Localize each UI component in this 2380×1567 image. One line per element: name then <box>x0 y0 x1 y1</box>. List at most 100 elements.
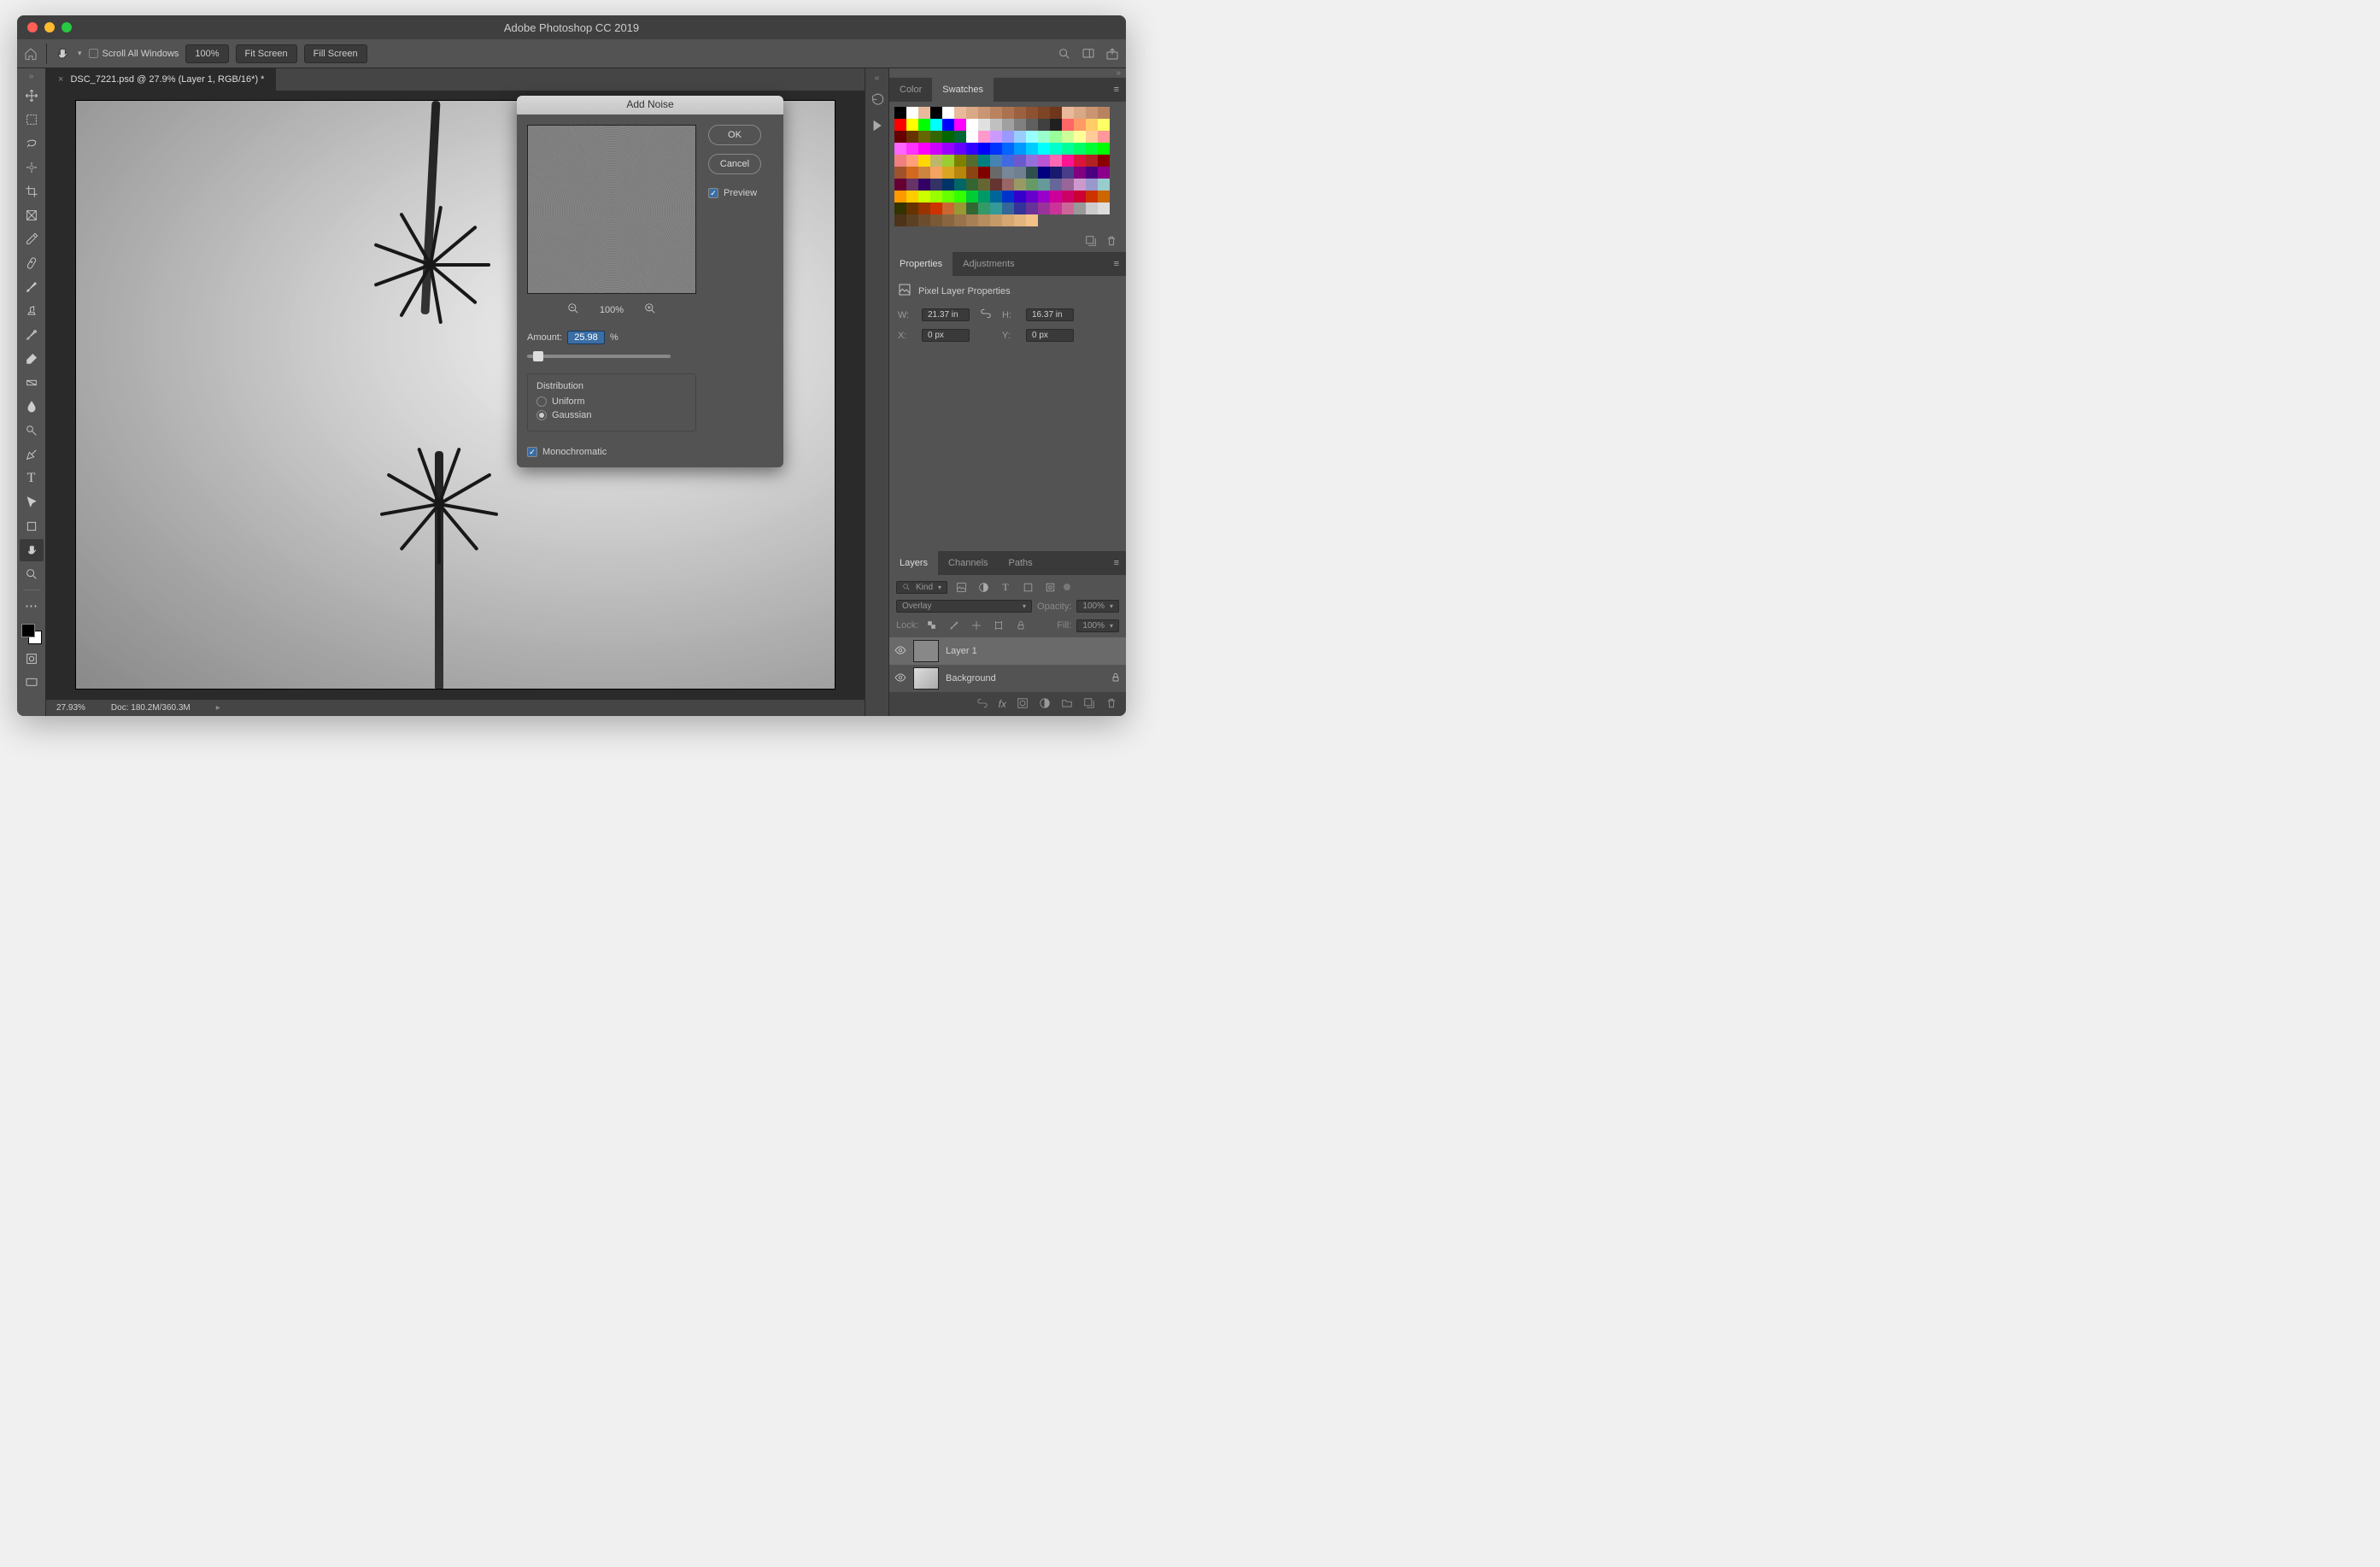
swatch[interactable] <box>942 155 954 167</box>
swatch[interactable] <box>1086 155 1098 167</box>
uniform-radio[interactable]: Uniform <box>536 396 687 407</box>
swatch[interactable] <box>978 167 990 179</box>
swatch[interactable] <box>1050 119 1062 131</box>
swatch[interactable] <box>1050 107 1062 119</box>
close-tab-icon[interactable]: × <box>58 74 63 85</box>
layer-mask-icon[interactable] <box>1017 697 1029 712</box>
swatch[interactable] <box>918 214 930 226</box>
swatch[interactable] <box>1086 167 1098 179</box>
swatch[interactable] <box>1026 167 1038 179</box>
swatch[interactable] <box>990 119 1002 131</box>
swatch[interactable] <box>1050 167 1062 179</box>
swatch[interactable] <box>1002 119 1014 131</box>
zoom-in-icon[interactable] <box>644 302 656 317</box>
delete-swatch-icon[interactable] <box>1105 235 1117 249</box>
amount-input[interactable]: 25.98 <box>567 331 605 344</box>
swatch[interactable] <box>1062 131 1074 143</box>
share-icon[interactable] <box>1104 45 1121 62</box>
link-wh-icon[interactable] <box>980 308 992 322</box>
gradient-tool[interactable] <box>20 372 44 394</box>
swatch[interactable] <box>906 155 918 167</box>
swatch[interactable] <box>1062 202 1074 214</box>
swatch[interactable] <box>1074 131 1086 143</box>
adjustments-tab[interactable]: Adjustments <box>953 252 1025 276</box>
swatch[interactable] <box>1098 119 1110 131</box>
actions-panel-icon[interactable] <box>869 117 886 134</box>
noise-preview[interactable] <box>527 125 696 294</box>
swatch[interactable] <box>1026 214 1038 226</box>
layer-visibility-icon[interactable] <box>894 644 906 659</box>
swatch[interactable] <box>906 131 918 143</box>
swatch[interactable] <box>894 202 906 214</box>
swatch[interactable] <box>1002 167 1014 179</box>
status-zoom[interactable]: 27.93% <box>56 703 85 713</box>
zoom-tool[interactable] <box>20 563 44 585</box>
swatch[interactable] <box>1002 131 1014 143</box>
clone-stamp-tool[interactable] <box>20 300 44 322</box>
swatch[interactable] <box>906 119 918 131</box>
adjustment-layer-icon[interactable] <box>1039 697 1051 712</box>
fill-input[interactable]: 100%▾ <box>1076 619 1119 632</box>
preview-checkbox[interactable]: Preview <box>708 188 761 198</box>
hand-tool-icon[interactable] <box>54 45 71 62</box>
swatch[interactable] <box>1002 155 1014 167</box>
new-group-icon[interactable] <box>1061 697 1073 712</box>
blend-mode-select[interactable]: Overlay▾ <box>896 600 1032 613</box>
workspace-icon[interactable] <box>1080 45 1097 62</box>
swatch[interactable] <box>954 191 966 202</box>
channels-tab[interactable]: Channels <box>938 551 998 575</box>
properties-tab[interactable]: Properties <box>889 252 953 276</box>
cancel-button[interactable]: Cancel <box>708 154 761 174</box>
swatch[interactable] <box>894 179 906 191</box>
swatch[interactable] <box>1050 202 1062 214</box>
swatch[interactable] <box>1074 202 1086 214</box>
swatch[interactable] <box>990 214 1002 226</box>
swatch[interactable] <box>930 107 942 119</box>
crop-tool[interactable] <box>20 180 44 202</box>
swatch[interactable] <box>978 214 990 226</box>
foreground-background-swatch[interactable] <box>20 622 44 646</box>
swatch[interactable] <box>930 119 942 131</box>
layers-tab[interactable]: Layers <box>889 551 938 575</box>
swatch[interactable] <box>966 131 978 143</box>
swatch[interactable] <box>930 167 942 179</box>
swatch[interactable] <box>1038 143 1050 155</box>
swatch[interactable] <box>990 155 1002 167</box>
swatch[interactable] <box>978 143 990 155</box>
layer-name[interactable]: Background <box>946 673 996 684</box>
swatch[interactable] <box>1014 155 1026 167</box>
swatch[interactable] <box>966 155 978 167</box>
swatch[interactable] <box>1062 191 1074 202</box>
swatch[interactable] <box>1038 191 1050 202</box>
swatch[interactable] <box>930 214 942 226</box>
filter-type-icon[interactable]: T <box>997 578 1014 596</box>
hand-tool[interactable] <box>20 539 44 561</box>
swatch[interactable] <box>918 143 930 155</box>
swatch[interactable] <box>942 107 954 119</box>
swatch[interactable] <box>906 107 918 119</box>
swatch[interactable] <box>1026 119 1038 131</box>
history-brush-tool[interactable] <box>20 324 44 346</box>
swatch[interactable] <box>942 131 954 143</box>
swatch[interactable] <box>954 131 966 143</box>
zoom-out-icon[interactable] <box>567 302 579 317</box>
swatch[interactable] <box>918 155 930 167</box>
dodge-tool[interactable] <box>20 420 44 442</box>
filter-toggle[interactable] <box>1064 584 1070 590</box>
panel-menu-icon[interactable]: ≡ <box>1107 558 1126 568</box>
link-layers-icon[interactable] <box>976 697 988 712</box>
layer-row[interactable]: Background <box>889 665 1126 692</box>
swatch[interactable] <box>1062 119 1074 131</box>
swatch[interactable] <box>1086 143 1098 155</box>
lock-transparency-icon[interactable] <box>923 617 941 634</box>
swatch[interactable] <box>942 179 954 191</box>
panel-menu-icon[interactable]: ≡ <box>1107 259 1126 269</box>
swatch[interactable] <box>1002 143 1014 155</box>
swatch[interactable] <box>1002 107 1014 119</box>
swatch[interactable] <box>954 202 966 214</box>
color-tab[interactable]: Color <box>889 78 932 102</box>
swatch[interactable] <box>954 167 966 179</box>
minimize-window-button[interactable] <box>44 22 55 32</box>
swatch[interactable] <box>1086 202 1098 214</box>
swatch[interactable] <box>1098 107 1110 119</box>
